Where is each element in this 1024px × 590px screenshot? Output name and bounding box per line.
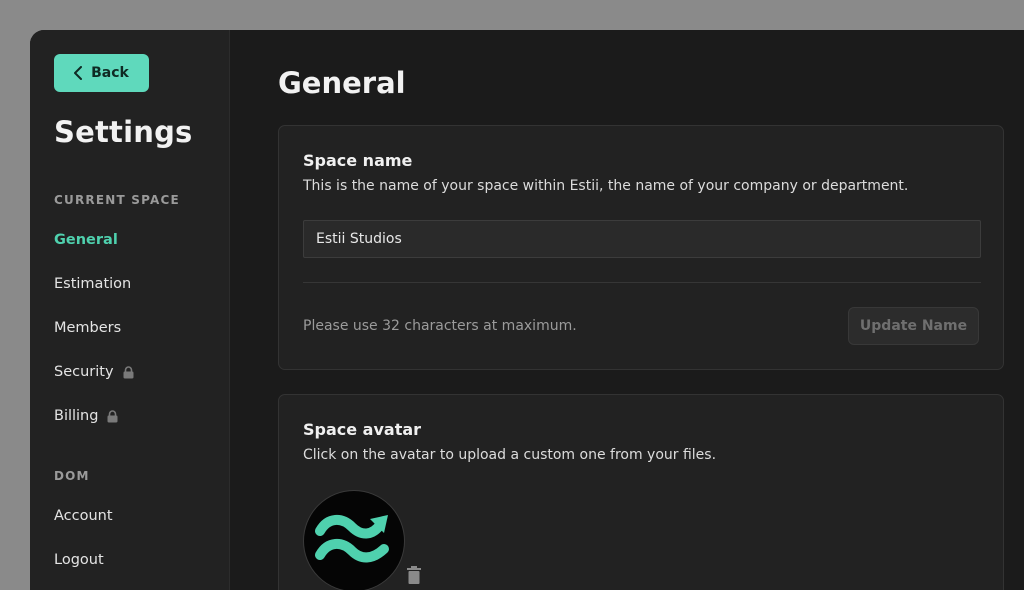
sidebar-item-estimation[interactable]: Estimation: [54, 276, 131, 292]
space-name-input[interactable]: [303, 220, 981, 258]
sidebar-item-label: Logout: [54, 552, 104, 568]
chevron-left-icon: [74, 66, 83, 80]
sidebar-item-label: Estimation: [54, 276, 132, 292]
sidebar-item-label: Account: [54, 508, 113, 524]
sidebar-item-billing[interactable]: Billing: [54, 408, 118, 424]
sidebar-item-security[interactable]: Security: [54, 364, 134, 380]
card-divider: [303, 282, 981, 283]
sidebar-item-logout[interactable]: Logout: [54, 552, 104, 568]
space-name-hint: Please use 32 characters at maximum.: [303, 318, 577, 334]
back-button[interactable]: Back: [54, 54, 149, 92]
space-avatar-title: Space avatar: [303, 420, 422, 439]
space-name-card: Space name This is the name of your spac…: [278, 125, 1004, 370]
sidebar-item-label: General: [54, 232, 118, 248]
wave-arrow-logo: [315, 515, 389, 563]
sidebar-item-members[interactable]: Members: [54, 320, 121, 336]
sidebar-title: Settings: [54, 115, 193, 149]
update-name-button[interactable]: Update Name: [848, 307, 979, 345]
sidebar-item-account[interactable]: Account: [54, 508, 113, 524]
lock-icon: [107, 409, 118, 423]
sidebar-item-label: Billing: [54, 408, 99, 424]
lock-icon: [123, 365, 134, 379]
main-content: General Space name This is the name of y…: [230, 30, 1024, 590]
space-avatar-card: Space avatar Click on the avatar to uplo…: [278, 394, 1004, 590]
sidebar-item-label: Members: [54, 320, 122, 336]
trash-icon[interactable]: [405, 565, 423, 589]
section-label-current-space: CURRENT SPACE: [54, 193, 180, 207]
back-button-label: Back: [91, 65, 129, 81]
section-label-dom: DOM: [54, 469, 90, 483]
sidebar: Back Settings CURRENT SPACE General Esti…: [30, 30, 230, 590]
page-title: General: [278, 66, 406, 100]
space-avatar-image[interactable]: [303, 490, 405, 590]
space-name-title: Space name: [303, 151, 413, 170]
sidebar-item-general[interactable]: General: [54, 232, 118, 248]
sidebar-item-label: Security: [54, 364, 114, 380]
settings-window: Back Settings CURRENT SPACE General Esti…: [30, 30, 1024, 590]
space-avatar-description: Click on the avatar to upload a custom o…: [303, 447, 717, 463]
space-name-description: This is the name of your space within Es…: [303, 178, 909, 194]
